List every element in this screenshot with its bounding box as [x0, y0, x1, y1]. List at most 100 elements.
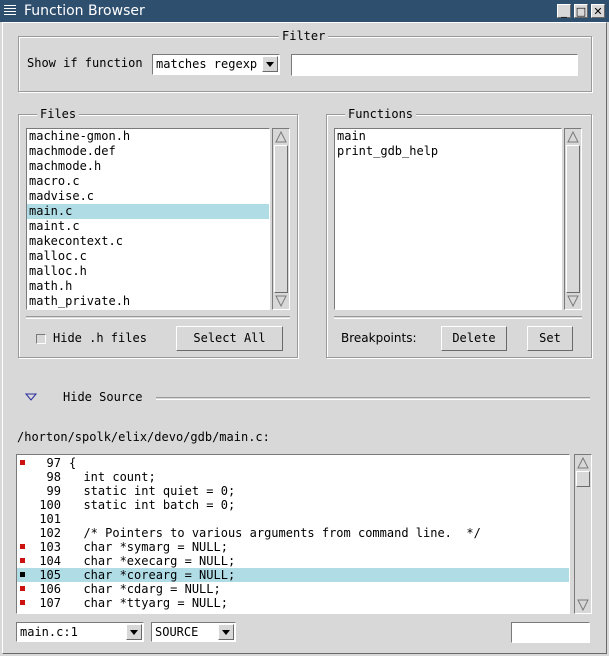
line-number: 104 — [39, 554, 61, 568]
scroll-up-icon[interactable] — [275, 131, 287, 143]
source-scroll-thumb[interactable] — [576, 471, 590, 487]
source-line[interactable]: 99 static int quiet = 0; — [17, 484, 569, 498]
source-line[interactable]: 107 char *ttyarg = NULL; — [17, 596, 569, 610]
scroll-down-icon[interactable] — [567, 295, 579, 307]
source-code-text: int count; — [69, 470, 156, 484]
breakpoint-marker-icon[interactable] — [20, 544, 25, 549]
source-line[interactable]: 100 static int batch = 0; — [17, 498, 569, 512]
source-code-text: char *ttyarg = NULL; — [69, 596, 228, 610]
scroll-up-icon[interactable] — [577, 457, 589, 469]
source-code-text: char *symarg = NULL; — [69, 540, 228, 554]
line-number: 106 — [39, 582, 61, 596]
file-list-item[interactable]: machmode.h — [27, 159, 269, 174]
chevron-down-icon[interactable] — [126, 624, 142, 640]
show-if-function-label: Show if function — [27, 56, 143, 70]
close-button[interactable]: ✕ — [591, 4, 605, 18]
breakpoints-label: Breakpoints: — [341, 331, 417, 345]
select-all-button[interactable]: Select All — [176, 326, 283, 351]
window-menu-icon[interactable] — [3, 3, 17, 17]
file-list-item[interactable]: machine-gmon.h — [27, 129, 269, 144]
functions-scroll-thumb[interactable] — [566, 145, 580, 293]
source-code-text: static int quiet = 0; — [69, 484, 236, 498]
source-code-text: char *corearg = NULL; — [69, 568, 236, 582]
hide-source-toggle[interactable]: Hide Source — [63, 390, 142, 404]
minimize-button[interactable]: _ — [557, 4, 571, 18]
source-line[interactable]: 101 — [17, 512, 569, 526]
source-divider — [156, 397, 590, 400]
source-view[interactable]: 97{98 int count; 99 static int quiet = 0;… — [16, 454, 570, 614]
file-list-item[interactable]: malloc.c — [27, 249, 269, 264]
source-line[interactable]: 102 /* Pointers to various arguments fro… — [17, 526, 569, 540]
line-number: 98 — [46, 470, 61, 484]
source-code-text: char *execarg = NULL; — [69, 554, 236, 568]
line-number: 97 — [46, 456, 61, 470]
source-path: /horton/spolk/elix/devo/gdb/main.c: — [17, 430, 270, 444]
file-list-item[interactable]: madvise.c — [27, 189, 269, 204]
source-line[interactable]: 104 char *execarg = NULL; — [17, 554, 569, 568]
chevron-down-icon[interactable] — [218, 624, 234, 640]
file-list-item[interactable]: makecontext.c — [27, 234, 269, 249]
breakpoint-marker-icon[interactable] — [20, 558, 25, 563]
files-list[interactable]: machine-gmon.h machmode.def machmode.h macr… — [26, 128, 270, 310]
file-list-item[interactable]: macro.c — [27, 174, 269, 189]
scroll-down-icon[interactable] — [275, 295, 287, 307]
source-scrollbar[interactable] — [574, 454, 592, 614]
file-list-item[interactable]: math.h — [27, 279, 269, 294]
function-list-item[interactable]: print_gdb_help — [335, 144, 561, 159]
source-line[interactable]: 97 { — [17, 456, 569, 470]
file-list-item[interactable]: machmode.def — [27, 144, 269, 159]
set-breakpoint-button[interactable]: Set — [527, 326, 573, 351]
filter-mode-value: matches regexp — [156, 57, 258, 71]
functions-divider — [334, 316, 582, 319]
scroll-up-icon[interactable] — [567, 131, 579, 143]
files-scrollbar[interactable] — [272, 128, 290, 310]
location-value: main.c:1 — [20, 625, 78, 639]
source-line[interactable]: 98 int count; — [17, 470, 569, 484]
window-title: Function Browser — [24, 3, 145, 19]
source-code-text: static int batch = 0; — [69, 498, 236, 512]
source-line[interactable]: 105 char *corearg = NULL; — [17, 568, 569, 582]
scroll-down-icon[interactable] — [577, 599, 589, 611]
file-list-item[interactable]: malloc.h — [27, 264, 269, 279]
line-number: 99 — [46, 484, 61, 498]
line-number: 103 — [39, 540, 61, 554]
hide-h-files-checkbox[interactable] — [36, 334, 46, 344]
line-number: 100 — [39, 498, 61, 512]
filter-legend: Filter — [279, 29, 329, 43]
line-number: 105 — [39, 568, 61, 582]
status-entry[interactable] — [511, 622, 590, 643]
source-code-text: /* Pointers to various arguments from co… — [69, 526, 481, 540]
filter-mode-select[interactable]: matches regexp — [152, 54, 280, 75]
maximize-button[interactable]: □ — [574, 4, 588, 18]
source-lines: 97{98 int count; 99 static int quiet = 0;… — [17, 455, 569, 610]
line-number: 102 — [39, 526, 61, 540]
source-line[interactable]: 106 char *cdarg = NULL; — [17, 582, 569, 596]
functions-list[interactable]: main print_gdb_help — [334, 128, 562, 310]
functions-scrollbar[interactable] — [564, 128, 582, 310]
collapse-triangle-icon[interactable] — [25, 392, 37, 402]
file-list-item[interactable]: main.c — [27, 204, 269, 219]
files-legend: Files — [37, 107, 80, 121]
files-scroll-thumb[interactable] — [274, 145, 288, 293]
breakpoint-marker-icon[interactable] — [20, 586, 25, 591]
source-code-text: { — [69, 456, 77, 470]
function-list-item[interactable]: main — [335, 129, 561, 144]
hide-h-files-label[interactable]: Hide .h files — [53, 331, 147, 345]
view-mode-select[interactable]: SOURCE — [151, 622, 236, 642]
delete-breakpoint-button[interactable]: Delete — [441, 326, 507, 351]
title-bar[interactable]: Function Browser _ □ ✕ — [0, 0, 609, 22]
chevron-down-icon[interactable] — [262, 56, 278, 72]
breakpoint-marker-icon[interactable] — [20, 572, 25, 577]
location-select[interactable]: main.c:1 — [16, 622, 144, 642]
source-line[interactable]: 103 char *symarg = NULL; — [17, 540, 569, 554]
file-list-item[interactable]: math_private.h — [27, 294, 269, 309]
files-rows: machine-gmon.h machmode.def machmode.h macr… — [27, 129, 269, 309]
file-list-item[interactable]: maint.c — [27, 219, 269, 234]
functions-rows: main print_gdb_help — [335, 129, 561, 159]
breakpoint-marker-icon[interactable] — [20, 460, 25, 465]
breakpoint-marker-icon[interactable] — [20, 600, 25, 605]
filter-pattern-input[interactable] — [291, 54, 578, 76]
line-number: 107 — [39, 596, 61, 610]
functions-legend: Functions — [345, 107, 417, 121]
files-divider — [26, 316, 290, 319]
